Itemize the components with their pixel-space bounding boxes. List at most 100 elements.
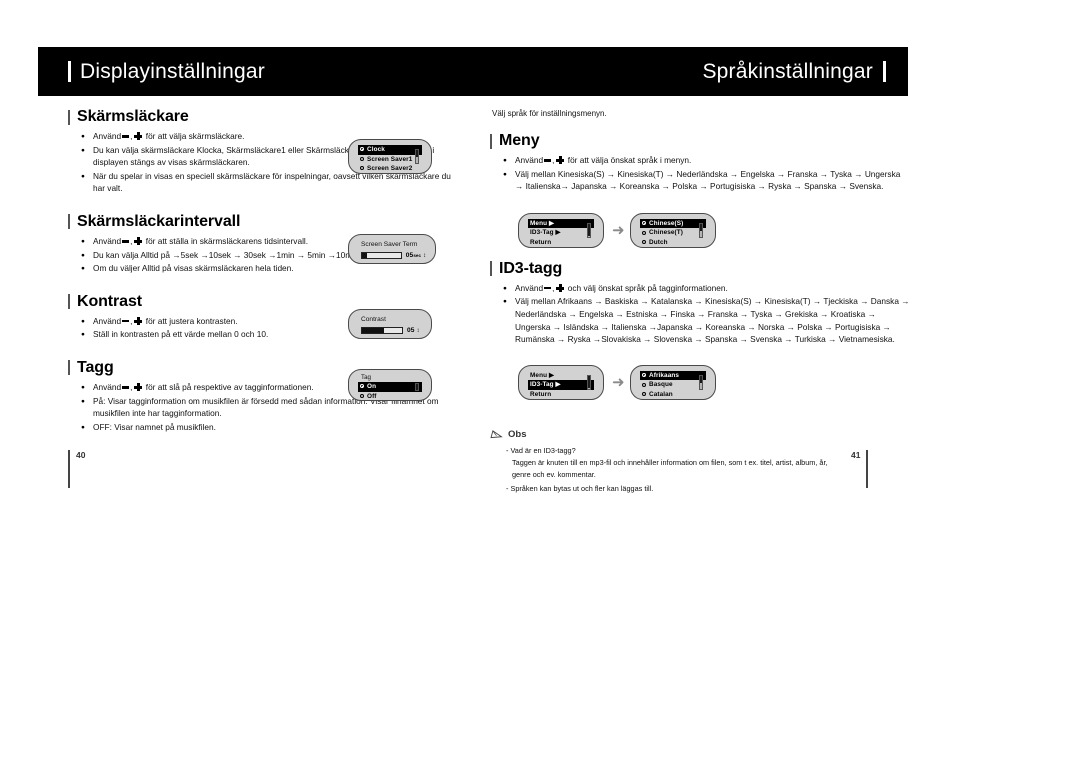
plus-key-icon: [134, 383, 143, 392]
heading-tick-icon: [68, 360, 70, 376]
lcd-row-selected: On: [358, 382, 422, 392]
meter-fill: [362, 253, 368, 258]
note-header: Obs: [490, 429, 910, 440]
plus-key-icon: [556, 156, 565, 165]
right-page-intro: Välj språk för inställningsmenyn.: [492, 109, 607, 118]
lcd-meter-row: 05 sec ↕: [358, 252, 426, 259]
menu-flow-1: Menu ▶ ID3-Tag ▶ Return ➜ Chinese(S) Chi…: [490, 208, 910, 254]
lcd-inner: Menu ▶ ID3-Tag ▶ Return: [528, 371, 594, 398]
page-number-right: 41: [851, 450, 869, 488]
heading-tick-icon: [68, 109, 70, 125]
lcd-scrollbar: [699, 222, 703, 238]
lcd-screensaver-list: Clock Screen Saver1 Screen Saver2: [348, 139, 432, 174]
radio-icon: [642, 240, 646, 245]
section-heading-skarmslackarintervall: Skärmsläckarintervall: [68, 213, 458, 231]
right-page-content: Välj språk för inställningsmenyn. Meny A…: [490, 108, 910, 496]
heading-text: Skärmsläckarintervall: [77, 212, 241, 230]
header-right-title: Språkinställningar: [702, 59, 873, 83]
heading-tick-icon: [490, 133, 492, 149]
heading-tick-icon: [490, 261, 492, 277]
lcd-inner: Screen Saver Term 05 sec ↕: [358, 239, 426, 259]
updown-caret-icon: ↕: [423, 252, 426, 259]
heading-text: Meny: [499, 132, 540, 149]
plus-key-icon: [134, 317, 143, 326]
lcd-row: Catalan: [640, 390, 706, 400]
minus-key-icon: [122, 319, 130, 323]
lcd-scroll-thumb: [700, 375, 702, 383]
menu-flow-2: Menu ▶ ID3-Tag ▶ Return ➜ Afrikaans Basq…: [490, 361, 910, 407]
header-right-title-group: Språkinställningar: [702, 47, 886, 96]
radio-icon: [642, 392, 646, 397]
lcd-contrast: Contrast 05 ↕: [348, 309, 432, 339]
lcd-row-selected: ID3-Tag ▶: [528, 380, 594, 390]
heading-text: Skärmsläckare: [77, 108, 189, 125]
lcd-scrollbar: [415, 383, 419, 391]
lcd-scrollbar: [587, 374, 591, 390]
lcd-row: Off: [358, 392, 422, 402]
radio-selected-icon: [360, 147, 364, 152]
meter-value: 05: [407, 327, 415, 334]
heading-text: Tagg: [77, 358, 114, 376]
lcd-title: Contrast: [361, 316, 386, 323]
lcd-row: Return: [530, 238, 552, 246]
radio-icon: [642, 230, 646, 235]
page-header-band: Displayinställningar Språkinställningar: [38, 47, 908, 96]
note-line: genre och ev. kommentar.: [512, 470, 596, 480]
header-right-tick-icon: [883, 61, 886, 82]
lcd-menu-list-2: Menu ▶ ID3-Tag ▶ Return: [518, 364, 604, 400]
radio-icon: [360, 156, 364, 161]
lcd-row: Dutch: [640, 238, 706, 248]
lcd-inner: Menu ▶ ID3-Tag ▶ Return: [528, 218, 594, 246]
manual-page-spread: Displayinställningar Språkinställningar …: [0, 0, 1080, 500]
minus-key-icon: [122, 386, 130, 389]
lcd-inner: Tag On Off: [358, 373, 422, 400]
lcd-inner: Afrikaans Basque Catalan: [640, 370, 706, 398]
page-number-text: 41: [851, 450, 861, 460]
note-line: - Språken kan bytas ut och fler kan lägg…: [506, 484, 654, 494]
radio-selected-icon: [642, 373, 646, 378]
section-id3-tagg: ID3-tagg Använd, och välj önskat språk p…: [490, 260, 910, 346]
flow-arrow-icon: ➜: [612, 221, 625, 239]
header-left-title-group: Displayinställningar: [68, 47, 265, 96]
flow-arrow-icon: ➜: [612, 373, 625, 391]
lcd-inner: Chinese(S) Chinese(T) Dutch: [640, 218, 706, 246]
section-heading-skarmslackare: Skärmsläckare: [68, 108, 458, 126]
minus-key-icon: [122, 135, 130, 138]
lcd-inner: Clock Screen Saver1 Screen Saver2: [358, 145, 422, 172]
lcd-row-selected: Menu ▶: [528, 218, 594, 229]
lcd-row-selected: Clock: [358, 145, 422, 155]
page-number-rule: [68, 450, 70, 488]
minus-key-icon: [544, 159, 552, 162]
note-body: - Vad är en ID3-tagg? Taggen är knuten t…: [490, 445, 910, 495]
meter-fill: [362, 328, 384, 333]
bullet-list-meny: Använd, för att välja önskat språk i men…: [490, 154, 910, 193]
plus-key-icon: [134, 132, 143, 141]
plus-key-icon: [134, 237, 143, 246]
header-left-tick-icon: [68, 61, 71, 82]
value-meter: [361, 252, 402, 259]
section-heading-id3-tagg: ID3-tagg: [490, 260, 910, 278]
lcd-row: Return: [530, 390, 552, 398]
minus-key-icon: [544, 286, 552, 290]
lcd-row-selected: Chinese(S): [640, 218, 706, 229]
minus-key-icon: [122, 240, 130, 243]
section-meny: Meny Använd, för att välja önskat språk …: [490, 132, 910, 193]
plus-key-icon: [556, 284, 565, 293]
lcd-scroll-thumb: [700, 223, 702, 231]
meter-value: 05: [405, 252, 414, 259]
page-number-left: 40: [68, 450, 85, 488]
lcd-row: Menu ▶: [530, 371, 554, 379]
note-pencil-icon: [490, 430, 503, 439]
lcd-scroll-thumb: [416, 384, 418, 390]
heading-text: ID3-tagg: [499, 259, 563, 277]
updown-caret-icon: ↕: [416, 327, 420, 334]
note-line: - Vad är en ID3-tagg?: [506, 445, 576, 455]
meter-unit: sec: [413, 253, 421, 258]
lcd-language-list-1: Chinese(S) Chinese(T) Dutch: [630, 212, 716, 248]
lcd-scrollbar: [587, 222, 591, 238]
page-number-rule: [866, 450, 869, 488]
lcd-inner: Contrast 05 ↕: [358, 314, 422, 334]
radio-selected-icon: [360, 384, 364, 389]
lcd-row: Chinese(T): [640, 228, 706, 238]
lcd-tag: Tag On Off: [348, 369, 432, 401]
